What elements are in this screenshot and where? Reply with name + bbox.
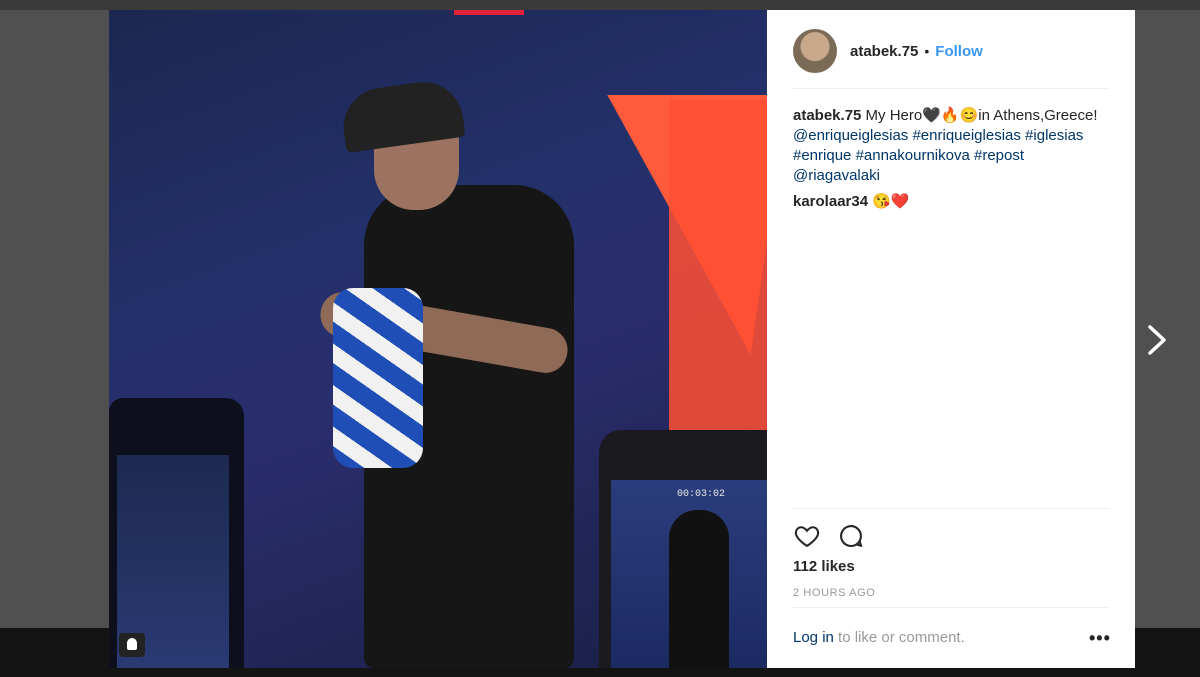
login-prompt: Log in to like or comment. xyxy=(793,629,965,646)
likes-count[interactable]: 112 likes xyxy=(793,558,855,575)
actions-divider xyxy=(793,508,1109,509)
login-divider xyxy=(793,607,1109,608)
comment-icon[interactable] xyxy=(837,522,865,550)
post-timestamp[interactable]: 2 HOURS AGO xyxy=(793,587,875,599)
stage-light-top xyxy=(454,10,524,15)
video-timer: 00:03:02 xyxy=(677,489,726,500)
user-tag-icon[interactable] xyxy=(119,633,145,657)
tag-link[interactable]: #enriqueiglesias xyxy=(912,127,1020,144)
tag-link[interactable]: #enrique xyxy=(793,147,851,164)
follow-button[interactable]: Follow xyxy=(935,43,983,60)
post-photo[interactable]: 00:03:02 xyxy=(109,10,767,668)
post-modal: 00:03:02 atabek.75 • Follow atabek.75 My… xyxy=(109,10,1135,668)
tag-link[interactable]: @riagavalaki xyxy=(793,167,880,184)
phone-screen-performer xyxy=(669,510,729,668)
greek-flag xyxy=(333,288,423,468)
caption: atabek.75 My Hero🖤🔥😊in Athens,Greece! @e… xyxy=(793,106,1113,186)
post-header: atabek.75 • Follow xyxy=(793,28,983,74)
tag-link[interactable]: #iglesias xyxy=(1025,127,1083,144)
tag-link[interactable]: @enriqueiglesias xyxy=(793,127,908,144)
avatar[interactable] xyxy=(793,29,837,73)
caption-author[interactable]: atabek.75 xyxy=(793,107,861,124)
separator: • xyxy=(924,43,930,59)
header-divider xyxy=(793,88,1109,89)
comments-list: atabek.75 My Hero🖤🔥😊in Athens,Greece! @e… xyxy=(793,106,1113,212)
comment-text: 😘❤️ xyxy=(872,193,910,210)
heart-icon[interactable] xyxy=(793,522,821,550)
action-bar xyxy=(793,522,865,550)
post-side-panel: atabek.75 • Follow atabek.75 My Hero🖤🔥😊i… xyxy=(767,10,1135,668)
login-link[interactable]: Log in xyxy=(793,629,834,646)
stage-screen xyxy=(669,100,767,430)
tag-link[interactable]: #annakournikova xyxy=(856,147,970,164)
tag-link[interactable]: #repost xyxy=(974,147,1024,164)
next-arrow-icon[interactable] xyxy=(1145,322,1171,358)
comment: karolaar34 😘❤️ xyxy=(793,192,1113,212)
caption-text: My Hero🖤🔥😊in Athens,Greece! xyxy=(861,107,1098,124)
comment-author[interactable]: karolaar34 xyxy=(793,193,868,210)
username-link[interactable]: atabek.75 xyxy=(850,43,918,60)
more-options-icon[interactable]: ••• xyxy=(1089,628,1111,649)
top-bar xyxy=(0,0,1200,10)
login-text: to like or comment. xyxy=(833,629,965,646)
